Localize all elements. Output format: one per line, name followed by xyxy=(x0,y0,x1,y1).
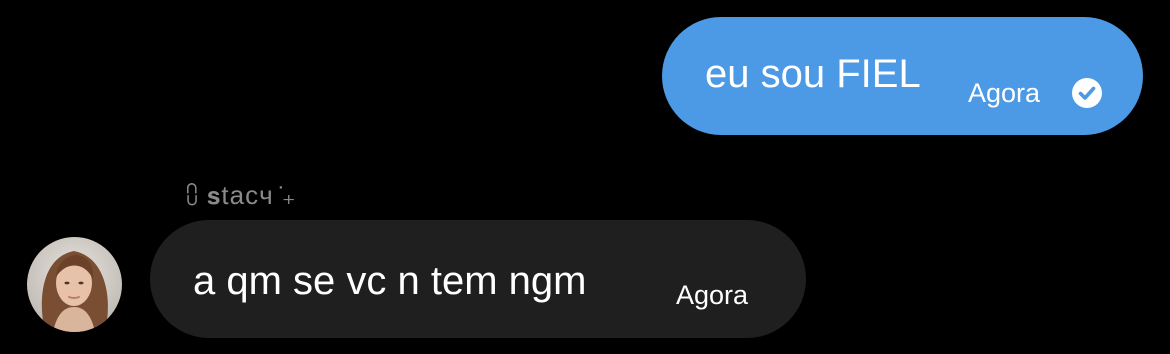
avatar-photo xyxy=(27,237,122,332)
outgoing-message-time: Agora xyxy=(968,78,1041,108)
outgoing-message-text: eu sou FIEL xyxy=(705,52,921,96)
avatar[interactable] xyxy=(27,237,122,332)
outgoing-message-bubble[interactable]: eu sou FIEL Agora xyxy=(662,17,1143,135)
incoming-message-bubble[interactable]: a qm se vc n tem ngm Agora xyxy=(150,220,806,338)
read-check-icon xyxy=(1072,78,1102,108)
incoming-message-time: Agora xyxy=(676,280,749,310)
sender-name: ⩇ 𝘀tacч ̇₊ xyxy=(186,180,297,210)
incoming-message-text: a qm se vc n tem ngm xyxy=(193,259,587,303)
